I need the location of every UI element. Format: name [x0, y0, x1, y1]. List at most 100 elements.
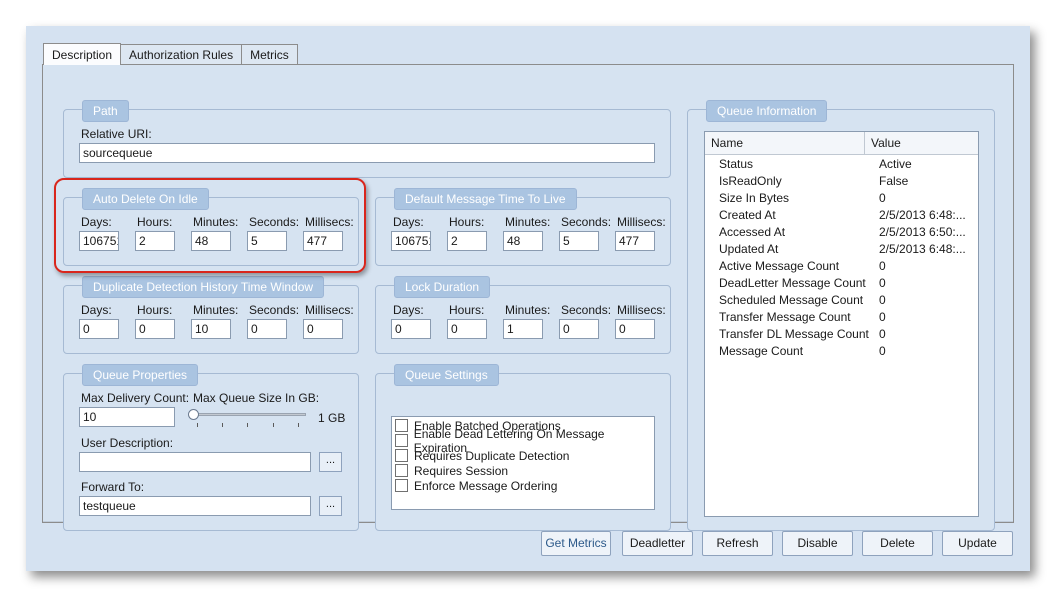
user-description-label: User Description:	[81, 436, 174, 450]
slider-tick	[222, 423, 223, 427]
option-label: Enforce Message Ordering	[414, 478, 558, 493]
option-dead-lettering[interactable]: Enable Dead Lettering On Message Expirat…	[395, 427, 654, 455]
grid-row[interactable]: Transfer Message Count 0	[705, 309, 978, 326]
minutes-label: Minutes:	[505, 303, 551, 317]
grid-row[interactable]: Transfer DL Message Count 0	[705, 326, 978, 343]
row-value: 2/5/2013 6:48:...	[879, 242, 966, 256]
forward-to-browse-button[interactable]: ...	[319, 496, 342, 516]
millisecs-input[interactable]: 0	[615, 319, 655, 339]
millisecs-label: Millisecs:	[305, 303, 354, 317]
millisecs-label: Millisecs:	[617, 303, 666, 317]
seconds-label: Seconds:	[561, 303, 612, 317]
hours-input[interactable]: 0	[135, 319, 175, 339]
row-value: 0	[879, 327, 886, 341]
minutes-input[interactable]: 48	[191, 231, 231, 251]
disable-button[interactable]: Disable	[782, 531, 853, 556]
days-input[interactable]: 106751	[391, 231, 431, 251]
column-header-value[interactable]: Value	[865, 132, 978, 155]
checkbox[interactable]	[395, 479, 408, 492]
grid-row[interactable]: Message Count 0	[705, 343, 978, 360]
hours-label: Hours:	[449, 215, 485, 229]
minutes-input[interactable]: 1	[503, 319, 543, 339]
hours-input[interactable]: 2	[135, 231, 175, 251]
row-value: 2/5/2013 6:48:...	[879, 208, 966, 222]
relative-uri-input[interactable]: sourcequeue	[79, 143, 655, 163]
row-name: Status	[719, 157, 754, 171]
minutes-input[interactable]: 48	[503, 231, 543, 251]
row-value: 2/5/2013 6:50:...	[879, 225, 966, 239]
grid-row[interactable]: Status Active	[705, 156, 978, 173]
seconds-input[interactable]: 0	[559, 319, 599, 339]
seconds-label: Seconds:	[249, 303, 300, 317]
checkbox[interactable]	[395, 419, 408, 432]
queue-information-group: Queue Information Name Value Status Activ…	[687, 100, 995, 531]
seconds-input[interactable]: 0	[247, 319, 287, 339]
row-name: IsReadOnly	[719, 174, 782, 188]
option-label: Requires Session	[414, 463, 509, 478]
row-value: 0	[879, 310, 886, 324]
seconds-input[interactable]: 5	[559, 231, 599, 251]
millisecs-input[interactable]: 477	[615, 231, 655, 251]
minutes-input[interactable]: 10	[191, 319, 231, 339]
forward-to-input[interactable]: testqueue	[79, 496, 311, 516]
row-name: Transfer DL Message Count	[719, 327, 869, 341]
deadletter-button[interactable]: Deadletter	[622, 531, 693, 556]
seconds-label: Seconds:	[561, 215, 612, 229]
millisecs-input[interactable]: 477	[303, 231, 343, 251]
days-input[interactable]: 106751	[79, 231, 119, 251]
days-label: Days:	[81, 215, 112, 229]
lock-duration-group: Lock Duration Days: Hours: Minutes: Seco…	[375, 276, 671, 354]
grid-row[interactable]: Created At 2/5/2013 6:48:...	[705, 207, 978, 224]
tab-description[interactable]: Description	[43, 43, 122, 65]
grid-row[interactable]: DeadLetter Message Count 0	[705, 275, 978, 292]
queue-information-legend: Queue Information	[706, 100, 828, 122]
grid-row[interactable]: IsReadOnly False	[705, 173, 978, 190]
option-message-ordering[interactable]: Enforce Message Ordering	[395, 478, 557, 493]
tab-strip: Description Authorization Rules Metrics	[43, 43, 298, 65]
get-metrics-button[interactable]: Get Metrics	[541, 531, 611, 556]
grid-row[interactable]: Size In Bytes 0	[705, 190, 978, 207]
hours-input[interactable]: 2	[447, 231, 487, 251]
row-name: Accessed At	[719, 225, 786, 239]
row-value: 0	[879, 191, 886, 205]
days-input[interactable]: 0	[391, 319, 431, 339]
row-value: 0	[879, 344, 886, 358]
queue-settings-group: Queue Settings Enable Batched Operations…	[375, 364, 671, 531]
slider-track	[192, 413, 306, 416]
checkbox[interactable]	[395, 434, 408, 447]
hours-input[interactable]: 0	[447, 319, 487, 339]
option-duplicate-detection[interactable]: Requires Duplicate Detection	[395, 448, 569, 463]
hours-label: Hours:	[137, 215, 173, 229]
grid-row[interactable]: Accessed At 2/5/2013 6:50:...	[705, 224, 978, 241]
slider-thumb[interactable]	[188, 409, 199, 420]
tab-authorization-rules[interactable]: Authorization Rules	[121, 44, 243, 65]
checkbox[interactable]	[395, 464, 408, 477]
millisecs-input[interactable]: 0	[303, 319, 343, 339]
max-delivery-count-input[interactable]: 10	[79, 407, 175, 427]
checkbox[interactable]	[395, 449, 408, 462]
column-header-name[interactable]: Name	[705, 132, 865, 155]
refresh-button[interactable]: Refresh	[702, 531, 773, 556]
tab-metrics[interactable]: Metrics	[242, 44, 298, 65]
queue-properties-legend: Queue Properties	[82, 364, 199, 386]
grid-row[interactable]: Scheduled Message Count 0	[705, 292, 978, 309]
max-queue-size-slider[interactable]	[188, 408, 308, 430]
default-ttl-legend: Default Message Time To Live	[394, 188, 577, 210]
millisecs-label: Millisecs:	[305, 215, 354, 229]
user-description-browse-button[interactable]: ...	[319, 452, 342, 472]
days-input[interactable]: 0	[79, 319, 119, 339]
grid-row[interactable]: Updated At 2/5/2013 6:48:...	[705, 241, 978, 258]
delete-button[interactable]: Delete	[862, 531, 933, 556]
seconds-input[interactable]: 5	[247, 231, 287, 251]
update-button[interactable]: Update	[942, 531, 1013, 556]
row-name: Size In Bytes	[719, 191, 790, 205]
minutes-label: Minutes:	[193, 303, 239, 317]
row-name: Scheduled Message Count	[719, 293, 864, 307]
max-queue-size-label: Max Queue Size In GB:	[193, 391, 320, 405]
option-label: Requires Duplicate Detection	[414, 448, 570, 463]
user-description-input[interactable]	[79, 452, 311, 472]
grid-header: Name Value	[705, 132, 978, 155]
max-delivery-count-label: Max Delivery Count:	[81, 391, 190, 405]
option-requires-session[interactable]: Requires Session	[395, 463, 508, 478]
grid-row[interactable]: Active Message Count 0	[705, 258, 978, 275]
